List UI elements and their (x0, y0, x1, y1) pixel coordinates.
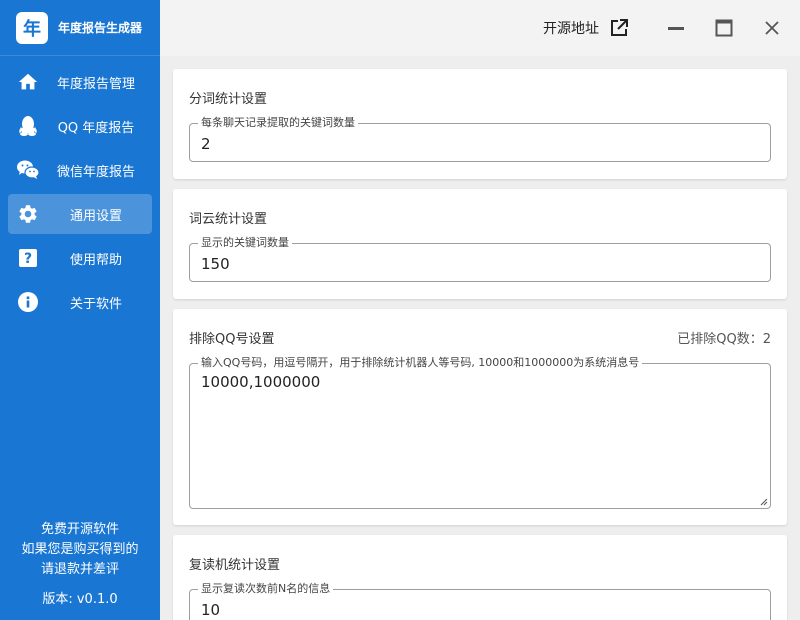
sidebar-item-general-settings[interactable]: 通用设置 (8, 194, 152, 234)
card-title: 分词统计设置 (189, 92, 268, 107)
resize-grip-icon[interactable] (760, 498, 768, 506)
app-title: 年度报告生成器 (58, 21, 143, 35)
wechat-icon (16, 158, 40, 182)
title-bar: 开源地址 (160, 0, 800, 56)
footer-purchase-notice: 如果您是购买得到的 (21, 542, 139, 557)
open-source-link[interactable]: 开源地址 (543, 16, 629, 40)
sidebar-item-label: 年度报告管理 (56, 76, 135, 92)
card-title: 排除QQ号设置 (189, 332, 275, 347)
field-label: 显示复读次数前N名的信息 (198, 582, 334, 596)
open-source-link-label: 开源地址 (543, 21, 599, 37)
footer-refund-notice: 请退款并差评 (40, 562, 119, 577)
word-cloud-settings-card: 词云统计设置 显示的关键词数量 150 (173, 189, 787, 299)
gear-icon (16, 202, 40, 226)
repeater-top-n-field[interactable]: 显示复读次数前N名的信息 10 (189, 582, 771, 620)
minimize-icon (668, 27, 684, 30)
sidebar-item-label: 关于软件 (69, 296, 122, 312)
sidebar-nav: 年度报告管理 QQ 年度报告 微信年度报告 通用设置 ? 使用帮助 关于软件 (0, 62, 160, 322)
field-label: 显示的关键词数量 (198, 236, 292, 250)
footer-free-notice: 免费开源软件 (40, 522, 119, 537)
sidebar-item-label: 微信年度报告 (56, 164, 135, 180)
svg-text:?: ? (24, 251, 32, 267)
close-button[interactable] (758, 14, 786, 42)
sidebar-item-label: 使用帮助 (69, 252, 122, 268)
excluded-qq-textarea[interactable]: 输入QQ号码，用逗号隔开，用于排除统计机器人等号码, 10000和1000000… (189, 356, 771, 509)
field-value: 10000,1000000 (201, 373, 321, 391)
field-value: 10 (201, 601, 221, 619)
excluded-qq-count: 已排除QQ数：2 (677, 332, 771, 347)
help-icon: ? (16, 246, 40, 270)
app-logo: 年 (16, 11, 48, 44)
qq-penguin-icon (16, 114, 40, 138)
sidebar-item-qq-report[interactable]: QQ 年度报告 (8, 106, 152, 146)
external-link-icon (609, 18, 629, 38)
home-icon (16, 70, 40, 94)
card-title: 复读机统计设置 (189, 558, 281, 573)
sidebar: 年 年度报告生成器 年度报告管理 QQ 年度报告 微信年度报告 通用设置 ? 使… (0, 0, 160, 620)
exclude-qq-settings-card: 排除QQ号设置 已排除QQ数：2 输入QQ号码，用逗号隔开，用于排除统计机器人等… (173, 309, 787, 525)
sidebar-item-annual-report-management[interactable]: 年度报告管理 (8, 62, 152, 102)
displayed-keywords-count-field[interactable]: 显示的关键词数量 150 (189, 236, 771, 282)
sidebar-item-label: QQ 年度报告 (57, 120, 135, 136)
version-label: 版本: v0.1.0 (42, 592, 118, 607)
field-value: 2 (201, 135, 211, 153)
sidebar-item-label: 通用设置 (69, 208, 122, 224)
sidebar-item-help[interactable]: ? 使用帮助 (8, 238, 152, 278)
maximize-button[interactable] (710, 14, 738, 42)
info-icon (16, 290, 40, 314)
app-brand: 年 年度报告生成器 (0, 0, 160, 56)
settings-content[interactable]: 分词统计设置 每条聊天记录提取的关键词数量 2 词云统计设置 显示的关键词数量 … (160, 56, 800, 620)
repeater-settings-card: 复读机统计设置 显示复读次数前N名的信息 10 (173, 535, 787, 620)
keywords-per-message-field[interactable]: 每条聊天记录提取的关键词数量 2 (189, 116, 771, 162)
sidebar-item-about[interactable]: 关于软件 (8, 282, 152, 322)
sidebar-footer: 免费开源软件 如果您是购买得到的 请退款并差评 版本: v0.1.0 (0, 520, 160, 610)
field-value: 150 (201, 255, 230, 273)
word-segment-settings-card: 分词统计设置 每条聊天记录提取的关键词数量 2 (173, 69, 787, 179)
sidebar-item-wechat-report[interactable]: 微信年度报告 (8, 150, 152, 190)
minimize-button[interactable] (662, 14, 690, 42)
field-label: 输入QQ号码，用逗号隔开，用于排除统计机器人等号码, 10000和1000000… (198, 356, 643, 370)
card-title: 词云统计设置 (189, 212, 268, 227)
field-label: 每条聊天记录提取的关键词数量 (198, 116, 358, 130)
close-icon (765, 21, 779, 35)
maximize-icon (715, 19, 733, 37)
